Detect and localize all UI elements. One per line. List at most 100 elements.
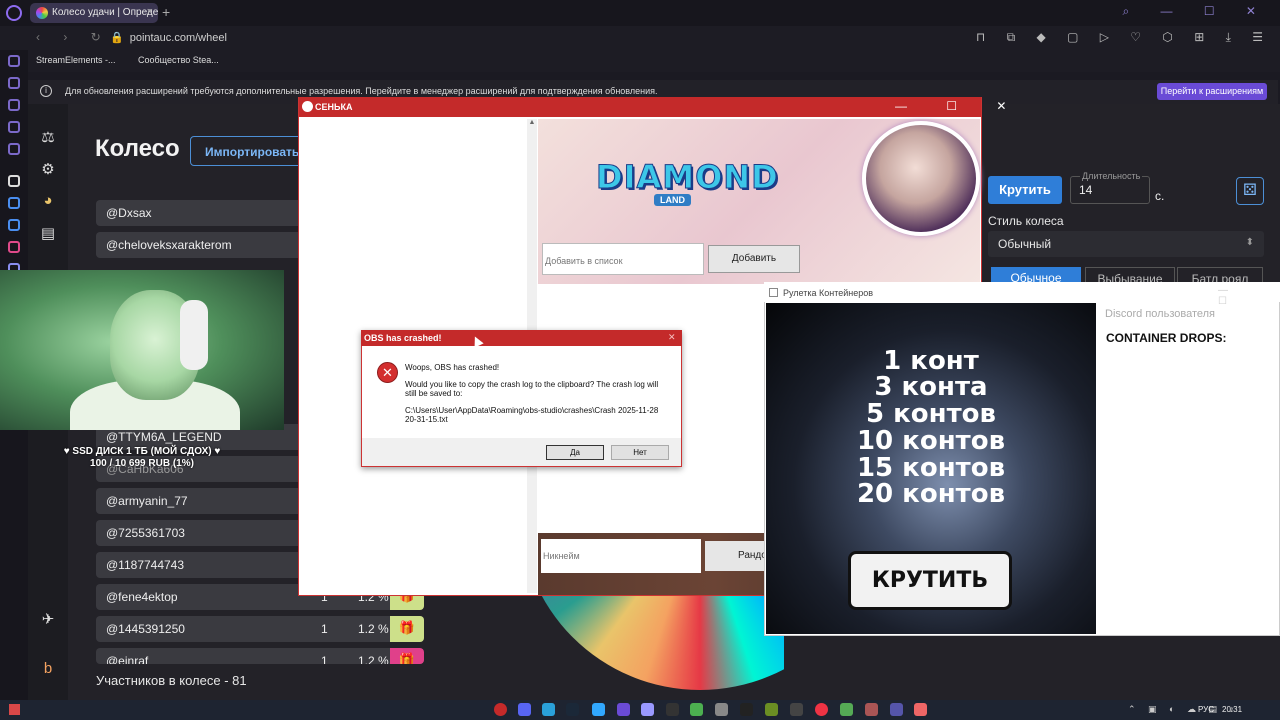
- webcam-overlay: [0, 270, 284, 430]
- bookmarks-bar: StreamElements -... Сообщество Stea...: [0, 50, 1280, 72]
- roulette-spin-button[interactable]: КРУТИТЬ: [848, 551, 1012, 610]
- extension-icons[interactable]: ⊓ ⧉ ◆ ▢ ▷ ♡ ⬡ ⊞ ⤓ ☰: [976, 30, 1272, 45]
- wheel-icon[interactable]: ◕: [40, 192, 56, 209]
- app-taskbar-icon[interactable]: [840, 703, 853, 716]
- add-to-list-input[interactable]: Добавить в список: [542, 243, 704, 275]
- error-icon: ✕: [377, 362, 398, 383]
- obs-crash-path: C:\Users\User\AppData\Roaming\obs-studio…: [405, 406, 659, 424]
- gift-icon[interactable]: 🎁: [390, 616, 424, 642]
- app-taskbar-icon[interactable]: [790, 703, 803, 716]
- discord-taskbar-icon[interactable]: [518, 703, 531, 716]
- sidebar-arc-icon[interactable]: [8, 175, 20, 187]
- go-to-extensions-button[interactable]: Перейти к расширениям: [1157, 83, 1267, 100]
- sidebar-app-icon[interactable]: [8, 99, 20, 111]
- discord-user-input[interactable]: Discord пользователя: [1105, 308, 1215, 320]
- settings-gear-icon[interactable]: ⚙: [40, 160, 56, 178]
- taskbar: [0, 700, 1280, 720]
- navigation-buttons[interactable]: ‹ › ↻: [36, 30, 111, 44]
- new-tab-button[interactable]: +: [162, 4, 170, 20]
- container-drops-label: CONTAINER DROPS:: [1106, 331, 1227, 345]
- donation-goal-title: ♥ SSD ДИСК 1 ТБ (МОЙ СДОХ) ♥: [63, 446, 221, 457]
- window-controls[interactable]: ⌕ — ☐ ✕: [1122, 4, 1270, 19]
- sidebar-app-icon[interactable]: [8, 121, 20, 133]
- streamer-avatar: [862, 121, 980, 236]
- app-taskbar-icon[interactable]: [865, 703, 878, 716]
- logo-text: DIAMOND: [596, 158, 779, 197]
- sidebar-app-icon[interactable]: [8, 55, 20, 67]
- import-button[interactable]: Импортировать с: [190, 136, 302, 166]
- yes-button[interactable]: Да: [546, 445, 604, 460]
- app-taskbar-icon[interactable]: [740, 703, 753, 716]
- boosty-icon[interactable]: b: [40, 660, 56, 677]
- opera-taskbar-icon[interactable]: [494, 703, 507, 716]
- lot-name: @Dxsax: [106, 206, 152, 220]
- wheel-style-label: Стиль колеса: [988, 214, 1064, 228]
- lot-row[interactable]: @einraf 1 1.2 % 🎁: [96, 648, 424, 664]
- gift-icon[interactable]: 🎁: [390, 648, 424, 664]
- vk-icon[interactable]: [8, 219, 20, 231]
- close-tab-icon[interactable]: ×: [147, 6, 153, 18]
- lot-percent: 1.2 %: [358, 654, 389, 664]
- app-taskbar-icon[interactable]: [690, 703, 703, 716]
- wheel-style-select[interactable]: Обычный ⬍: [988, 231, 1264, 257]
- lot-name: @1187744743: [106, 558, 185, 572]
- lot-name: @7255361703: [106, 526, 185, 540]
- steam-taskbar-icon[interactable]: [566, 703, 579, 716]
- add-button[interactable]: Добавить: [708, 245, 800, 273]
- no-button[interactable]: Нет: [611, 445, 669, 460]
- roulette-window-title: Рулетка Контейнеров: [783, 288, 874, 298]
- roulette-window-controls[interactable]: — ☐: [1218, 285, 1280, 307]
- roulette-title-bar[interactable]: Рулетка Контейнеров: [764, 282, 1280, 302]
- address-bar[interactable]: 🔒 pointauc.com/wheel: [110, 31, 227, 44]
- participants-count: Участников в колесе - 81: [96, 673, 247, 688]
- after-effects-taskbar-icon[interactable]: [641, 703, 654, 716]
- nickname-input[interactable]: Никнейм: [541, 539, 701, 573]
- donation-goal: ♥ SSD ДИСК 1 ТБ (МОЙ СДОХ) ♥ 100 / 10 69…: [60, 446, 224, 470]
- browser-tab[interactable]: Колесо удачи | Определе ×: [30, 3, 158, 23]
- bookmark-streamelements[interactable]: StreamElements -...: [36, 55, 116, 65]
- spin-button[interactable]: Крутить: [988, 176, 1062, 204]
- instagram-icon[interactable]: [8, 241, 20, 253]
- roulette-option: 20 контов: [856, 479, 1006, 509]
- url-text: pointauc.com/wheel: [129, 32, 227, 44]
- donation-goal-progress: 100 / 10 699 RUB (1%): [90, 458, 194, 469]
- wheel-favicon-icon: [36, 7, 48, 19]
- tab-bar: [0, 0, 1280, 26]
- clipboard-icon[interactable]: ▤: [40, 224, 56, 242]
- roulette-option: 3 конта: [874, 372, 988, 402]
- lot-name: @armyanin_77: [106, 494, 188, 508]
- photoshop-taskbar-icon[interactable]: [592, 703, 605, 716]
- telegram-icon[interactable]: ✈: [40, 610, 56, 628]
- app-taskbar-icon[interactable]: [914, 703, 927, 716]
- senka-window-title: СЕНЬКА: [315, 102, 353, 112]
- diamond-land-logo: DIAMOND LAND: [596, 128, 778, 208]
- random-dice-button[interactable]: ⚄: [1236, 177, 1264, 205]
- lot-name: @1445391250: [106, 622, 185, 636]
- telegram-taskbar-icon[interactable]: [542, 703, 555, 716]
- tab-title: Колесо удачи | Определе: [52, 7, 158, 18]
- logo-subtext: LAND: [654, 194, 691, 206]
- sidebar-app-icon[interactable]: [8, 143, 20, 155]
- lot-row[interactable]: @1445391250 1 1.2 % 🎁: [96, 616, 424, 642]
- start-button-icon[interactable]: [9, 704, 20, 715]
- opera-logo-icon[interactable]: [6, 5, 22, 21]
- app-taskbar-icon[interactable]: [815, 703, 828, 716]
- sidebar-app-icon[interactable]: [8, 77, 20, 89]
- messenger-icon[interactable]: [8, 197, 20, 209]
- app-taskbar-icon[interactable]: [765, 703, 778, 716]
- app-taskbar-icon[interactable]: [617, 703, 630, 716]
- senka-title-bar[interactable]: СЕНЬКА: [299, 97, 981, 117]
- auction-hammer-icon[interactable]: ⚖: [40, 128, 56, 146]
- keyboard-language[interactable]: РУС: [1198, 705, 1214, 714]
- taskbar-clock[interactable]: 20:31: [1222, 705, 1242, 714]
- obs-taskbar-icon[interactable]: [666, 703, 679, 716]
- bookmark-steam-community[interactable]: Сообщество Stea...: [138, 55, 219, 65]
- app-taskbar-icon[interactable]: [715, 703, 728, 716]
- page-title: Колесо: [95, 135, 180, 162]
- senka-window-controls[interactable]: — ☐ ✕: [895, 99, 1024, 113]
- close-icon[interactable]: ✕: [668, 332, 676, 343]
- duration-label: Длительность: [1080, 171, 1143, 181]
- app-taskbar-icon[interactable]: [890, 703, 903, 716]
- obs-dialog-title[interactable]: OBS has crashed!: [361, 330, 682, 346]
- headphones: [180, 300, 208, 370]
